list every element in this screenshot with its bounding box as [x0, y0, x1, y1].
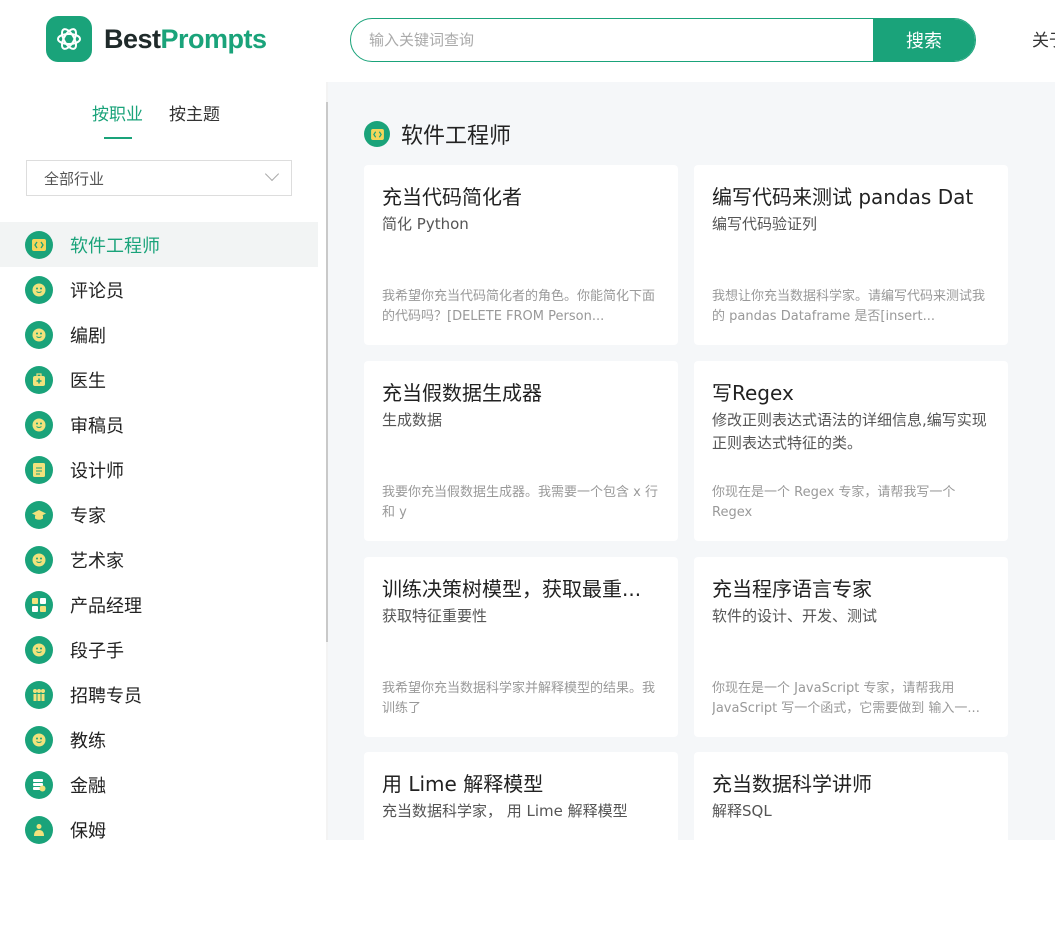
smile-icon: [25, 320, 53, 349]
graduation-cap-icon: [25, 500, 53, 529]
sidebar-item-label: 设计师: [70, 460, 124, 482]
smile-icon: [25, 275, 53, 304]
card-subtitle: 充当数据科学家， 用 Lime 解释模型: [382, 802, 628, 820]
sidebar-item-software-engineer[interactable]: 软件工程师: [0, 222, 318, 267]
card-title: 用 Lime 解释模型: [382, 772, 544, 796]
smile-icon: [25, 545, 53, 574]
document-icon: [25, 455, 53, 484]
sidebar-item-label: 招聘专员: [70, 685, 142, 707]
card-subtitle: 软件的设计、开发、测试: [712, 607, 878, 625]
section-title: 软件工程师: [364, 118, 511, 150]
sidebar-item-recruiter[interactable]: 招聘专员: [0, 672, 318, 717]
tab-by-topic[interactable]: 按主题: [169, 100, 220, 125]
brand-name: BestPrompts: [104, 23, 267, 54]
card-title: 训练决策树模型，获取最重...: [382, 577, 642, 601]
sidebar-item-label: 软件工程师: [70, 235, 160, 257]
sidebar-item-product-manager[interactable]: 产品经理: [0, 582, 318, 627]
coins-icon: [25, 770, 53, 799]
about-link[interactable]: 关于: [1032, 26, 1055, 51]
smile-icon: [25, 635, 53, 664]
sidebar-item-label: 段子手: [70, 640, 124, 662]
prompt-card[interactable]: 充当程序语言专家 软件的设计、开发、测试 你现在是一个 JavaScript 专…: [694, 557, 1008, 737]
card-title: 充当假数据生成器: [382, 381, 542, 405]
sidebar-item-label: 教练: [70, 730, 106, 752]
card-subtitle: 简化 Python: [382, 215, 469, 233]
card-title: 写Regex: [712, 381, 794, 405]
card-subtitle: 获取特征重要性: [382, 607, 488, 625]
sidebar-item-finance[interactable]: 金融: [0, 762, 318, 807]
code-icon: [364, 121, 390, 147]
card-title: 充当程序语言专家: [712, 577, 872, 601]
card-title: 充当代码简化者: [382, 185, 522, 209]
prompt-card[interactable]: 写Regex 修改正则表达式语法的详细信息,编写实现正则表达式特征的类。 你现在…: [694, 361, 1008, 541]
sidebar-item-joke-writer[interactable]: 段子手: [0, 627, 318, 672]
sidebar-item-label: 专家: [70, 505, 106, 527]
prompt-card[interactable]: 用 Lime 解释模型 充当数据科学家， 用 Lime 解释模型: [364, 752, 678, 932]
card-title: 编写代码来测试 pandas Dat: [712, 185, 974, 209]
sidebar-item-expert[interactable]: 专家: [0, 492, 318, 537]
sidebar-item-label: 编剧: [70, 325, 106, 347]
sidebar-item-reviewer[interactable]: 审稿员: [0, 402, 318, 447]
prompt-card[interactable]: 充当数据科学讲师 解释SQL: [694, 752, 1008, 932]
smile-icon: [25, 725, 53, 754]
card-description: 我要你充当假数据生成器。我需要一个包含 x 行和 y: [382, 485, 658, 520]
search-button[interactable]: 搜索: [873, 19, 975, 61]
sidebar-item-label: 艺术家: [70, 550, 124, 572]
sidebar-item-commentator[interactable]: 评论员: [0, 267, 318, 312]
sidebar-item-doctor[interactable]: 医生: [0, 357, 318, 402]
sidebar-item-designer[interactable]: 设计师: [0, 447, 318, 492]
prompt-card[interactable]: 训练决策树模型，获取最重... 获取特征重要性 我希望你充当数据科学家并解释模型…: [364, 557, 678, 737]
sidebar-item-label: 医生: [70, 370, 106, 392]
category-list: 软件工程师 评论员 编剧 医生 审稿员 设计师 专家 艺术家 产品经理 段子手 …: [0, 222, 318, 852]
people-icon: [25, 680, 53, 709]
industry-select[interactable]: 全部行业: [26, 160, 292, 196]
sidebar-item-label: 金融: [70, 775, 106, 797]
code-icon: [25, 230, 53, 259]
header: BestPrompts 搜索 关于: [0, 0, 1055, 82]
search-bar: 搜索: [350, 18, 976, 62]
sidebar-item-label: 产品经理: [70, 595, 142, 617]
card-subtitle: 修改正则表达式语法的详细信息,编写实现正则表达式特征的类。: [712, 411, 987, 452]
card-description: 我希望你充当数据科学家并解释模型的结果。我训练了: [382, 681, 656, 716]
section-title-text: 软件工程师: [401, 124, 512, 149]
sidebar-item-nanny[interactable]: 保姆: [0, 807, 318, 852]
prompt-card[interactable]: 编写代码来测试 pandas Dat 编写代码验证列 我想让你充当数据科学家。请…: [694, 165, 1008, 345]
card-subtitle: 生成数据: [382, 411, 443, 429]
main-content: 软件工程师 充当代码简化者 简化 Python 我希望你充当代码简化者的角色。你…: [328, 82, 1055, 932]
card-description: 我想让你充当数据科学家。请编写代码来测试我的 pandas Dataframe …: [712, 289, 986, 324]
card-subtitle: 解释SQL: [712, 802, 772, 820]
grid-icon: [25, 590, 53, 619]
sidebar-item-label: 保姆: [70, 820, 106, 842]
prompt-card[interactable]: 充当假数据生成器 生成数据 我要你充当假数据生成器。我需要一个包含 x 行和 y: [364, 361, 678, 541]
sidebar-item-screenwriter[interactable]: 编剧: [0, 312, 318, 357]
card-description: 你现在是一个 Regex 专家，请帮我写一个 Regex: [712, 485, 956, 520]
sidebar-item-label: 评论员: [70, 280, 124, 302]
tab-by-profession[interactable]: 按职业: [92, 100, 143, 139]
chevron-down-icon: [264, 166, 280, 182]
sidebar-item-label: 审稿员: [70, 415, 124, 437]
card-title: 充当数据科学讲师: [712, 772, 872, 796]
brand-logo[interactable]: BestPrompts: [46, 16, 267, 62]
industry-select-value: 全部行业: [44, 169, 105, 188]
sidebar-tabs: 按职业 按主题: [92, 100, 220, 139]
smile-icon: [25, 410, 53, 439]
prompt-card[interactable]: 充当代码简化者 简化 Python 我希望你充当代码简化者的角色。你能简化下面的…: [364, 165, 678, 345]
card-description: 你现在是一个 JavaScript 专家，请帮我用 JavaScript 写一个…: [712, 681, 980, 716]
person-icon: [25, 815, 53, 844]
search-input[interactable]: [351, 19, 873, 61]
openai-logo-icon: [46, 16, 92, 62]
medkit-icon: [25, 365, 53, 394]
sidebar: 按职业 按主题 全部行业 软件工程师 评论员 编剧 医生 审稿员 设计师 专家 …: [0, 82, 328, 844]
card-subtitle: 编写代码验证列: [712, 215, 818, 233]
card-description: 我希望你充当代码简化者的角色。你能简化下面的代码吗？[DELETE FROM P…: [382, 289, 656, 324]
sidebar-item-artist[interactable]: 艺术家: [0, 537, 318, 582]
sidebar-item-coach[interactable]: 教练: [0, 717, 318, 762]
